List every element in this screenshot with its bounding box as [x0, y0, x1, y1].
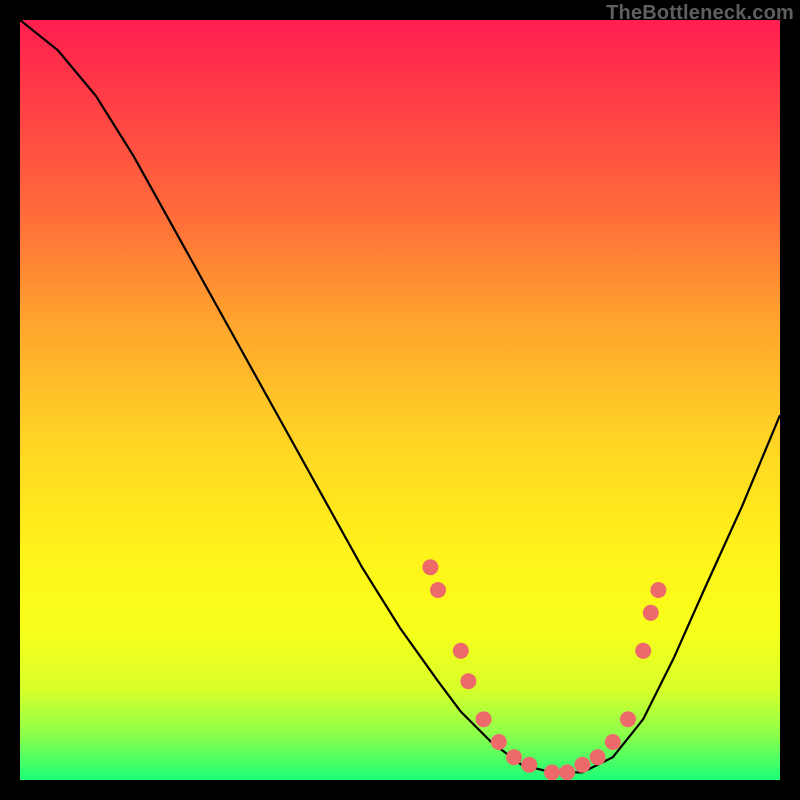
watermark-text: TheBottleneck.com [606, 2, 794, 25]
curve-marker [422, 559, 438, 575]
bottleneck-markers-group [422, 559, 666, 780]
curve-marker [635, 643, 651, 659]
curve-marker [506, 749, 522, 765]
curve-marker [476, 711, 492, 727]
curve-marker [574, 757, 590, 773]
curve-marker [430, 582, 446, 598]
curve-marker [590, 749, 606, 765]
curve-marker [620, 711, 636, 727]
curve-marker [544, 764, 560, 780]
curve-marker [521, 757, 537, 773]
curve-marker [643, 605, 659, 621]
curve-marker [491, 734, 507, 750]
curve-marker [605, 734, 621, 750]
bottleneck-curve-line [20, 20, 780, 772]
curve-marker [559, 764, 575, 780]
curve-marker [460, 673, 476, 689]
curve-marker [650, 582, 666, 598]
chart-frame: TheBottleneck.com [0, 0, 800, 800]
bottleneck-chart-svg [20, 20, 780, 780]
chart-plot-area [20, 20, 780, 780]
curve-marker [453, 643, 469, 659]
